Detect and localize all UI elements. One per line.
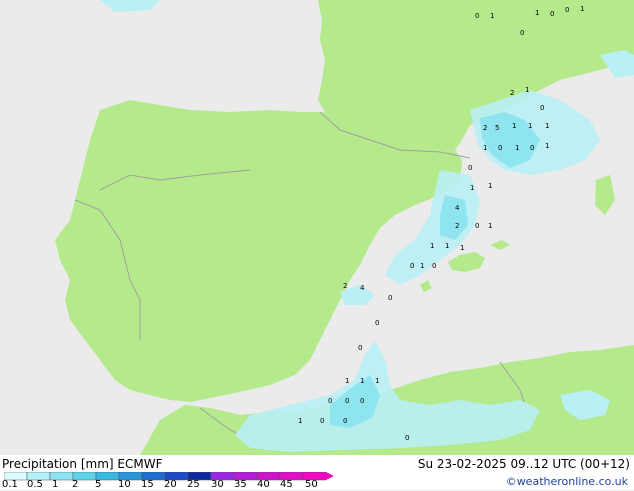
precip-value: 0 xyxy=(345,397,349,405)
title-model: ECMWF xyxy=(117,457,163,471)
precip-value: 2 xyxy=(343,282,347,290)
legend-tick: 25 xyxy=(187,479,200,490)
precip-value: 0 xyxy=(550,10,554,18)
precip-value: 0 xyxy=(320,417,324,425)
precip-value: 1 xyxy=(535,9,539,17)
legend-tick: 10 xyxy=(118,479,131,490)
precip-value: 1 xyxy=(545,142,549,150)
legend-tick: 30 xyxy=(211,479,224,490)
precip-value: 0 xyxy=(410,262,414,270)
precip-value: 1 xyxy=(360,377,364,385)
precip-value: 0 xyxy=(405,434,409,442)
precip-value: 1 xyxy=(298,417,302,425)
precip-value: 0 xyxy=(432,262,436,270)
precip-value: 2 xyxy=(510,89,514,97)
precip-value: 0 xyxy=(468,164,472,172)
precip-value: 0 xyxy=(475,222,479,230)
precip-value: 1 xyxy=(528,122,532,130)
title-label: Precipitation [mm] xyxy=(2,457,114,471)
precip-value: 0 xyxy=(343,417,347,425)
legend-tick: 2 xyxy=(72,479,79,490)
legend-tick: 1 xyxy=(52,479,59,490)
precip-value: 0 xyxy=(540,104,544,112)
precip-value: 1 xyxy=(515,144,519,152)
precip-value: 2 xyxy=(483,124,487,132)
legend-tick: 0.1 xyxy=(2,479,18,490)
precip-value: 4 xyxy=(455,204,460,212)
precip-value: 0 xyxy=(498,144,502,152)
legend-tick: 45 xyxy=(280,479,293,490)
precip-value: 1 xyxy=(545,122,549,130)
precip-value: 1 xyxy=(512,122,516,130)
legend-ticks: 0.1 0.5 1 2 5 10 15 20 25 30 35 40 45 50 xyxy=(0,479,330,491)
precip-value: 5 xyxy=(495,124,499,132)
precip-value: 1 xyxy=(488,182,492,190)
precip-value: 4 xyxy=(360,284,365,292)
legend-tick: 20 xyxy=(164,479,177,490)
precip-value: 1 xyxy=(483,144,487,152)
precip-value: 0 xyxy=(530,144,534,152)
precip-value: 0 xyxy=(475,12,479,20)
precip-value: 0 xyxy=(358,344,362,352)
precip-value: 0 xyxy=(328,397,332,405)
legend-tick: 50 xyxy=(305,479,318,490)
legend-tick: 5 xyxy=(95,479,102,490)
map-title: Precipitation [mm] ECMWF xyxy=(2,457,162,471)
precip-value: 1 xyxy=(375,377,379,385)
precip-value: 1 xyxy=(470,184,474,192)
precip-value: 0 xyxy=(388,294,392,302)
precip-value: 1 xyxy=(490,12,494,20)
legend-tick: 0.5 xyxy=(27,479,43,490)
forecast-datetime: Su 23-02-2025 09..12 UTC (00+12) xyxy=(417,457,630,471)
legend-tick: 35 xyxy=(234,479,247,490)
precip-value: 1 xyxy=(488,222,492,230)
legend-tick: 15 xyxy=(141,479,154,490)
forecast-map-panel: 1001010210251111010101142011110102400011… xyxy=(0,0,634,490)
precip-value: 1 xyxy=(445,242,449,250)
credit-link[interactable]: ©weatheronline.co.uk xyxy=(506,475,628,488)
precipitation-map: 1 0 0 10 102 102 5 1 1 11 0 1 0 101142 0 11 1 10 1 02 40001 1… xyxy=(0,0,634,455)
precip-value: 0 xyxy=(375,319,379,327)
precip-value: 1 xyxy=(580,5,584,13)
precip-value: 1 xyxy=(430,242,434,250)
precip-value: 0 xyxy=(565,6,569,14)
precip-value: 0 xyxy=(360,397,364,405)
precip-value: 0 xyxy=(520,29,524,37)
precip-value: 1 xyxy=(345,377,349,385)
precip-value: 1 xyxy=(525,86,529,94)
precip-value: 1 xyxy=(420,262,424,270)
legend-tick: 40 xyxy=(257,479,270,490)
precip-value: 1 xyxy=(460,244,464,252)
precip-value: 2 xyxy=(455,222,459,230)
